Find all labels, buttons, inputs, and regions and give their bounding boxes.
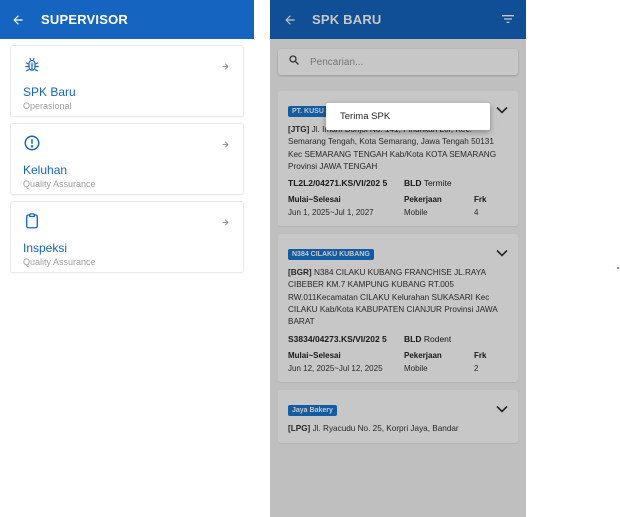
- menu-item-label: Inspeksi: [23, 241, 68, 255]
- page-title: SUPERVISOR: [41, 12, 129, 27]
- alert-circle-icon: [23, 135, 41, 156]
- clipboard-icon: [23, 213, 41, 234]
- spk-baru-screen: SPK BARU Pencarian... PT. KUSU [JTG] Jl.…: [270, 0, 526, 517]
- menu-item-spk-baru[interactable]: SPK Baru Operasional: [10, 45, 244, 117]
- modal-scrim[interactable]: [270, 0, 526, 517]
- arrow-right-icon: [221, 136, 231, 148]
- menu-item-inspeksi[interactable]: Inspeksi Quality Assurance: [10, 201, 244, 273]
- menu-item-sublabel: Quality Assurance: [23, 257, 96, 267]
- bug-icon: [23, 57, 41, 78]
- menu-item-label: Keluhan: [23, 163, 68, 177]
- menu-item-label: SPK Baru: [23, 85, 76, 99]
- menu-item-terima-spk[interactable]: Terima SPK: [340, 111, 390, 122]
- menu-item-sublabel: Quality Assurance: [23, 179, 96, 189]
- arrow-right-icon: [221, 58, 231, 70]
- screenshot-root: SUPERVISOR SPK Baru Operasional Keluhan …: [0, 0, 620, 517]
- supervisor-appbar: SUPERVISOR: [0, 0, 254, 39]
- back-arrow-icon[interactable]: [8, 10, 28, 30]
- supervisor-screen: SUPERVISOR SPK Baru Operasional Keluhan …: [0, 0, 254, 517]
- red-dot: [617, 267, 619, 269]
- popup-menu: Terima SPK: [326, 103, 490, 130]
- menu-item-keluhan[interactable]: Keluhan Quality Assurance: [10, 123, 244, 195]
- arrow-right-icon: [221, 214, 231, 226]
- menu-list: SPK Baru Operasional Keluhan Quality Ass…: [0, 39, 254, 273]
- menu-item-sublabel: Operasional: [23, 101, 72, 111]
